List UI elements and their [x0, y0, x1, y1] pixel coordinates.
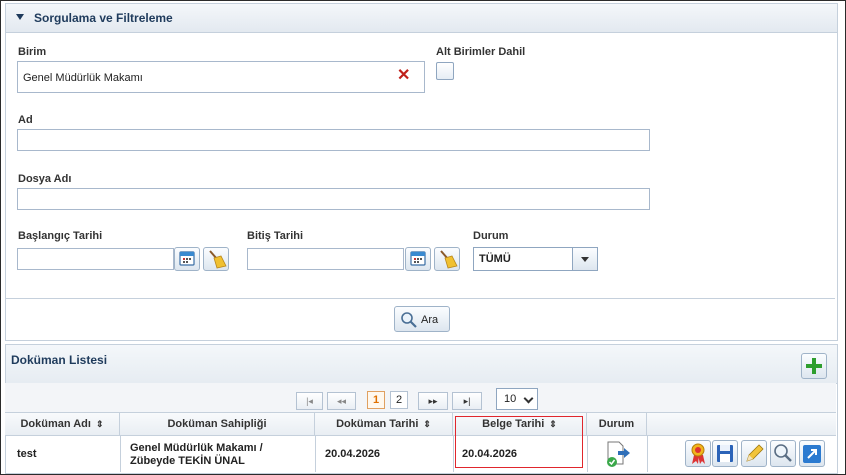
chevron-down-icon[interactable] [572, 248, 597, 270]
magnifier-icon [401, 312, 417, 328]
durum-select-value: TÜMÜ [479, 253, 511, 265]
belge-tarihi-highlight [455, 416, 583, 468]
document-list-title: Doküman Listesi [11, 353, 108, 367]
bitis-calendar-button[interactable] [405, 247, 431, 271]
last-page-button[interactable]: ▸| [452, 392, 482, 410]
document-send-icon [604, 440, 632, 471]
column-divider [453, 435, 454, 472]
broom-icon [209, 250, 227, 269]
column-divider [587, 435, 588, 472]
column-header-sahiplik[interactable]: Doküman Sahipliği [120, 413, 315, 435]
bitis-label: Bitiş Tarihi [247, 230, 304, 242]
chevron-down-icon [523, 393, 534, 404]
search-button[interactable]: Ara [394, 306, 450, 332]
baslangic-calendar-button[interactable] [174, 247, 200, 271]
save-icon [717, 445, 733, 462]
page-size-value: 10 [504, 393, 517, 405]
filter-panel: Sorgulama ve Filtreleme [5, 3, 838, 341]
next-page-button[interactable]: ▸▸ [418, 392, 448, 410]
bitis-date-input[interactable] [247, 248, 404, 270]
collapse-triangle-icon[interactable] [16, 14, 24, 20]
award-icon [691, 443, 705, 464]
bitis-clear-button[interactable] [434, 247, 460, 271]
certificate-button[interactable] [685, 440, 711, 467]
column-divider [120, 435, 121, 472]
birim-field[interactable]: Genel Müdürlük Makamı [17, 61, 425, 93]
document-list-header: Doküman Listesi [6, 345, 837, 384]
table-header: Doküman Adı ⇕ Doküman Sahipliği Doküman T… [5, 413, 836, 436]
cell-dokuman-adi: test [17, 448, 37, 460]
calendar-icon [179, 251, 195, 266]
edit-button[interactable] [741, 440, 767, 467]
first-page-button[interactable]: |◂ [296, 392, 323, 410]
external-link-icon [803, 445, 821, 463]
birim-label: Birim [18, 46, 47, 58]
filter-panel-title: Sorgulama ve Filtreleme [34, 11, 173, 25]
page-1-button[interactable]: 1 [367, 391, 385, 409]
column-divider [315, 435, 316, 472]
sort-icon[interactable]: ⇕ [96, 413, 104, 435]
column-header-durum[interactable]: Durum [587, 413, 647, 435]
cell-sahiplik-line2: Zübeyde TEKİN ÜNAL [130, 455, 245, 467]
calendar-icon [410, 251, 426, 266]
page-size-select[interactable]: 10 [496, 388, 538, 410]
baslangic-clear-button[interactable] [203, 247, 229, 271]
durum-label: Durum [473, 230, 509, 242]
cell-dokuman-tarihi: 20.04.2026 [325, 448, 381, 460]
open-button[interactable] [799, 440, 825, 467]
baslangic-date-input[interactable] [17, 248, 174, 270]
save-button[interactable] [712, 440, 738, 467]
column-header-dokuman-tarihi[interactable]: Doküman Tarihi ⇕ [315, 413, 453, 435]
plus-icon [806, 358, 822, 374]
search-button-label: Ara [421, 314, 439, 326]
alt-birimler-checkbox[interactable] [436, 62, 454, 80]
column-divider [647, 435, 648, 472]
dosya-adi-input[interactable] [17, 188, 650, 210]
broom-icon [440, 250, 458, 269]
prev-page-button[interactable]: ◂◂ [327, 392, 356, 410]
page-2-button[interactable]: 2 [390, 391, 408, 409]
sort-icon[interactable]: ⇕ [423, 413, 431, 435]
filter-panel-header[interactable]: Sorgulama ve Filtreleme [6, 4, 837, 33]
zoom-icon [774, 444, 792, 462]
dosya-adi-label: Dosya Adı [18, 173, 72, 185]
view-button[interactable] [770, 440, 796, 467]
column-header-dokuman-adi[interactable]: Doküman Adı ⇕ [5, 413, 120, 435]
add-document-button[interactable] [801, 353, 827, 379]
ad-label: Ad [18, 114, 33, 126]
ad-input[interactable] [17, 129, 650, 151]
baslangic-label: Başlangıç Tarihi [18, 230, 103, 242]
clear-x-icon[interactable]: ✕ [397, 68, 411, 84]
pencil-icon [746, 444, 764, 462]
alt-birimler-label: Alt Birimler Dahil [436, 46, 526, 58]
cell-sahiplik-line1: Genel Müdürlük Makamı / [130, 442, 263, 454]
panel-divider [6, 298, 835, 299]
durum-select[interactable]: TÜMÜ [473, 247, 598, 271]
